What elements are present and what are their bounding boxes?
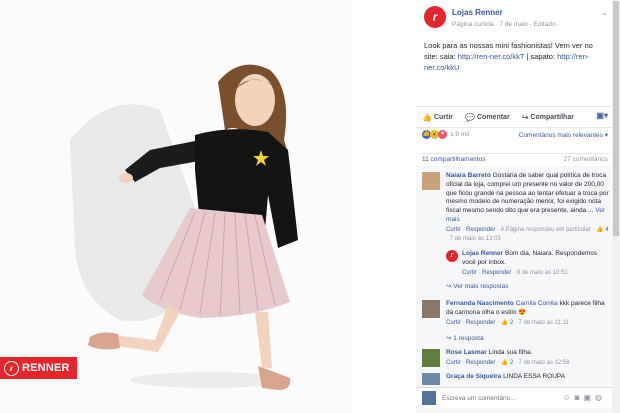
- comment-footer: Curtir · Responder · 👍 2 · 7 de maio às …: [446, 319, 569, 326]
- comment-likes[interactable]: 👍 2: [501, 360, 513, 366]
- comment-body: Naiara Barreto Gostaria de saber qual po…: [446, 172, 610, 243]
- comment-input[interactable]: [442, 392, 552, 404]
- share-icon: ↪: [521, 112, 529, 122]
- chevron-down-icon[interactable]: ⌄: [601, 8, 608, 17]
- avatar[interactable]: [422, 349, 440, 367]
- comment-reply-button[interactable]: Responder: [466, 360, 495, 366]
- girl-photo-illustration: [70, 64, 298, 390]
- comment-reply-button[interactable]: Responder: [466, 227, 495, 233]
- sticker-icon[interactable]: ◍: [595, 393, 606, 402]
- share-button[interactable]: ↪ Compartilhar: [522, 113, 574, 122]
- comment-like-button[interactable]: Curtir: [446, 360, 461, 366]
- reply-body: Lojas Renner Bom dia, Naiara. Respondemo…: [462, 250, 602, 277]
- comment-body: Rose Lasmar Linda sua filha. Curtir · Re…: [446, 349, 610, 368]
- commenter-name[interactable]: Rose Lasmar: [446, 349, 487, 356]
- comment-text: LINDA ESSA ROUPA: [501, 373, 566, 380]
- reaction-count[interactable]: 1,9 mil: [450, 131, 469, 138]
- comment-likes[interactable]: 👍 2: [501, 320, 513, 326]
- comment-like-button[interactable]: Curtir: [446, 320, 461, 326]
- post-header: r Lojas Renner Página curtida · 7 de mai…: [424, 6, 612, 32]
- comment-body: Graça de Siqueira LINDA ESSA ROUPA: [446, 373, 610, 382]
- reply-time[interactable]: · 8 de maio às 10:51: [511, 270, 568, 276]
- love-reaction-icon[interactable]: ♥: [438, 130, 447, 139]
- like-label: Curtir: [433, 113, 454, 121]
- caption-mid: | sapato:: [524, 52, 558, 61]
- see-more-replies-link[interactable]: ↪ Ver mais respostas: [446, 282, 509, 290]
- like-button[interactable]: 👍 Curtir: [422, 113, 453, 122]
- shares-count[interactable]: 11 compartilhamentos: [422, 156, 485, 163]
- post-caption: Look para as nossas mini fashionistas! V…: [424, 40, 606, 73]
- comment-footer: Curtir · Responder · A Página respondeu …: [446, 226, 609, 242]
- reply-footer: Curtir · Responder · 8 de maio às 10:51: [462, 269, 568, 276]
- comment-time[interactable]: · 7 de maio às 12:58: [513, 360, 570, 366]
- tagged-user-link[interactable]: Camila Corrêa: [516, 300, 558, 307]
- renner-brand-badge: r RENNER: [0, 357, 77, 379]
- comments-count[interactable]: 27 comentários: [564, 156, 608, 163]
- emoji-icon[interactable]: ☺: [562, 393, 574, 402]
- post-meta: Página curtida · 7 de maio · Editado ·: [452, 21, 560, 28]
- avatar[interactable]: [422, 373, 440, 385]
- avatar[interactable]: r: [446, 250, 458, 262]
- replier-name[interactable]: Lojas Renner: [462, 250, 503, 257]
- share-label: Compartilhar: [530, 113, 574, 121]
- composer-tools: ☺◙▣◍: [562, 393, 606, 402]
- comments-section: Naiara Barreto Gostaria de saber qual po…: [416, 166, 612, 413]
- avatar[interactable]: [422, 172, 440, 190]
- comment-meta: · A Página respondeu em particular ·: [495, 226, 597, 233]
- commenter-name[interactable]: Fernanda Nascimento: [446, 300, 514, 307]
- panel-scrollbar[interactable]: [612, 0, 620, 413]
- comment-time[interactable]: · 7 de maio às 11:11: [513, 320, 569, 326]
- renner-logo-icon: r: [4, 360, 19, 376]
- post-actions-bar: 👍 Curtir 💬 Comentar ↪ Compartilhar ▣▾: [416, 106, 612, 128]
- reply-reply-button[interactable]: Responder: [482, 270, 511, 276]
- brand-badge-text: RENNER: [22, 362, 70, 374]
- comment-text: Linda sua filha.: [486, 349, 533, 356]
- reply-like-button[interactable]: Curtir: [462, 270, 477, 276]
- comment-label: Comentar: [477, 113, 510, 121]
- comment-reply-button[interactable]: Responder: [466, 320, 495, 326]
- comment-button[interactable]: 💬 Comentar: [465, 113, 510, 122]
- share-as-page-icon[interactable]: ▣▾: [596, 111, 608, 120]
- comment-sort-dropdown[interactable]: Comentários mais relevantes ▾: [519, 131, 608, 139]
- comment-time[interactable]: · 7 de maio às 13:03: [446, 236, 501, 242]
- comment-icon: 💬: [465, 112, 475, 122]
- skirt-link[interactable]: http://ren-ner.co/kkT: [458, 52, 525, 61]
- post-photo[interactable]: r RENNER: [0, 0, 352, 413]
- scrollbar-thumb[interactable]: [613, 1, 619, 236]
- commenter-name[interactable]: Graça de Siqueira: [446, 373, 501, 380]
- page-name-link[interactable]: Lojas Renner: [452, 8, 503, 17]
- post-side-panel: r Lojas Renner Página curtida · 7 de mai…: [416, 0, 612, 413]
- comment-composer: ☺◙▣◍: [416, 387, 612, 408]
- thumbs-up-icon: 👍: [422, 112, 432, 122]
- one-reply-link[interactable]: ↪ 1 resposta: [446, 334, 484, 342]
- comment-body: Fernanda Nascimento Camila Corrêa kkk pa…: [446, 300, 610, 327]
- comment-like-button[interactable]: Curtir: [446, 227, 461, 233]
- page-avatar[interactable]: r: [424, 6, 446, 28]
- comment-footer: Curtir · Responder · 👍 2 · 7 de maio às …: [446, 359, 570, 366]
- commenter-name[interactable]: Naiara Barreto: [446, 172, 491, 179]
- post-stats: 11 compartilhamentos 27 comentários: [422, 153, 610, 166]
- gif-icon[interactable]: ▣: [583, 393, 595, 402]
- avatar[interactable]: [422, 300, 440, 318]
- avatar: [422, 391, 436, 405]
- reactions-row: 👍 😮 ♥ 1,9 mil Comentários mais relevante…: [422, 130, 610, 142]
- comment-likes[interactable]: 👍 4: [596, 227, 608, 233]
